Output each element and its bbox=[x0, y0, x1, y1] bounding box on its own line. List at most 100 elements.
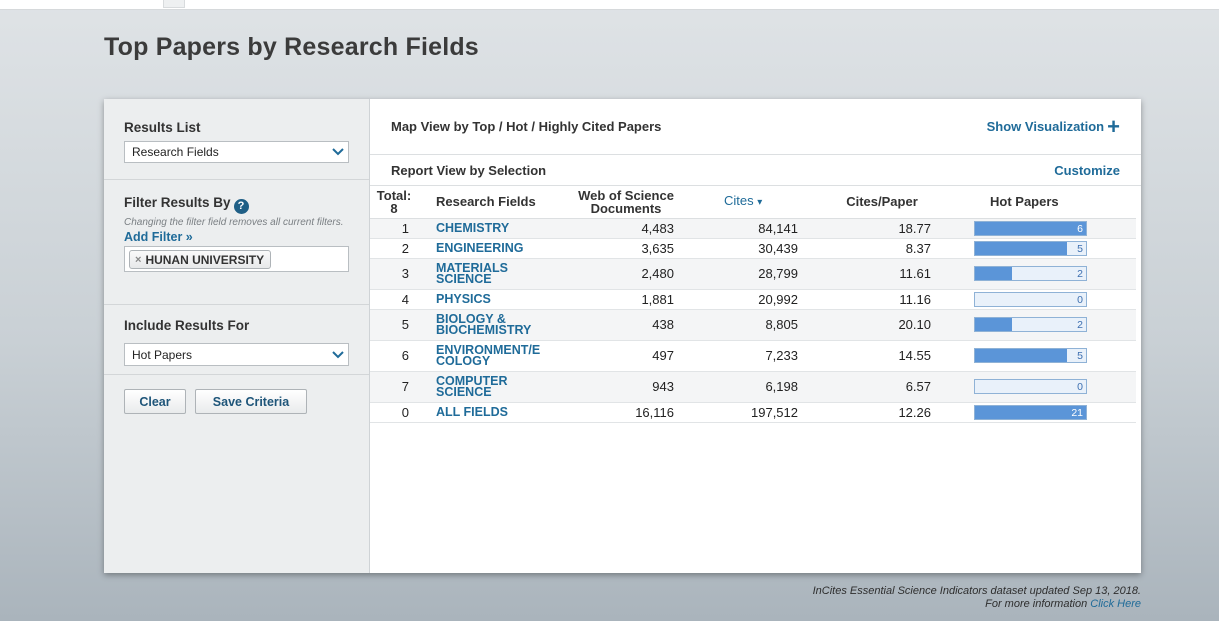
row-cites: 7,233 bbox=[689, 340, 809, 372]
filter-heading: Filter Results By? bbox=[124, 195, 349, 214]
row-field-link[interactable]: CHEMISTRY bbox=[418, 218, 563, 239]
show-visualization-button[interactable]: Show Visualization + bbox=[987, 115, 1120, 138]
hot-papers-count: 0 bbox=[1077, 381, 1083, 393]
hot-papers-bar-fill bbox=[975, 267, 1012, 280]
row-hot-papers: 5 bbox=[955, 238, 1136, 259]
row-cites-per-paper: 14.55 bbox=[809, 340, 955, 372]
row-field-line1: ENGINEERING bbox=[436, 240, 524, 255]
hot-papers-count: 0 bbox=[1077, 293, 1083, 306]
row-rank: 7 bbox=[370, 371, 418, 403]
hot-papers-count: 5 bbox=[1077, 242, 1083, 255]
customize-link[interactable]: Customize bbox=[1054, 163, 1120, 178]
row-field-link[interactable]: BIOLOGY & BIOCHEMISTRY bbox=[418, 309, 563, 341]
row-hot-papers: 2 bbox=[955, 258, 1136, 290]
row-field-link[interactable]: COMPUTER SCIENCE bbox=[418, 371, 563, 403]
report-view-label: Report View by Selection bbox=[391, 162, 547, 178]
row-hot-papers: 6 bbox=[955, 218, 1136, 239]
map-view-label: Map View by Top / Hot / Highly Cited Pap… bbox=[391, 119, 662, 134]
clear-button[interactable]: Clear bbox=[124, 389, 186, 414]
row-field-link[interactable]: ENVIRONMENT/E COLOGY bbox=[418, 340, 563, 372]
save-criteria-button[interactable]: Save Criteria bbox=[195, 389, 307, 414]
filter-heading-text: Filter Results By bbox=[124, 195, 231, 210]
results-card: Results List Research Fields Filter Resu… bbox=[104, 99, 1141, 573]
row-field-line2: SCIENCE bbox=[436, 384, 492, 399]
row-cites: 8,805 bbox=[689, 309, 809, 341]
top-strip bbox=[0, 0, 1219, 10]
col-documents[interactable]: Web of Science Documents bbox=[563, 186, 689, 219]
hot-papers-count: 6 bbox=[1077, 222, 1083, 235]
hot-papers-bar[interactable]: 5 bbox=[974, 240, 1087, 256]
footer-note: InCites Essential Science Indicators dat… bbox=[813, 585, 1141, 611]
hot-papers-bar[interactable]: 2 bbox=[974, 317, 1087, 332]
row-hot-papers: 2 bbox=[955, 309, 1136, 341]
row-field-link[interactable]: MATERIALS SCIENCE bbox=[418, 258, 563, 290]
row-field-link[interactable]: PHYSICS bbox=[418, 289, 563, 310]
row-field-link[interactable]: ENGINEERING bbox=[418, 238, 563, 259]
col-total-label: Total: bbox=[376, 187, 412, 203]
hot-papers-count: 2 bbox=[1077, 319, 1083, 331]
table-header-row: Total: 8 Research Fields Web of Science … bbox=[370, 186, 1136, 219]
table-row: 0 ALL FIELDS 16,116 197,512 12.26 21 bbox=[370, 402, 1136, 423]
col-hot-papers[interactable]: Hot Papers bbox=[955, 186, 1136, 219]
row-hot-papers: 21 bbox=[955, 402, 1136, 423]
click-here-link[interactable]: Click Here bbox=[1090, 598, 1141, 610]
table-row: 7 COMPUTER SCIENCE 943 6,198 6.57 0 bbox=[370, 371, 1136, 403]
row-field-line2: BIOCHEMISTRY bbox=[436, 322, 532, 337]
row-cites-per-paper: 11.61 bbox=[809, 258, 955, 290]
hot-papers-bar[interactable]: 6 bbox=[974, 220, 1087, 236]
row-rank: 2 bbox=[370, 238, 418, 259]
row-documents: 2,480 bbox=[563, 258, 689, 290]
row-rank: 3 bbox=[370, 258, 418, 290]
row-cites: 84,141 bbox=[689, 218, 809, 239]
hot-papers-bar-fill bbox=[975, 405, 1086, 419]
results-list-select[interactable]: Research Fields bbox=[124, 141, 349, 163]
help-icon[interactable]: ? bbox=[233, 198, 249, 214]
remove-filter-icon[interactable]: × bbox=[135, 254, 141, 266]
row-field-line2: COLOGY bbox=[436, 353, 491, 368]
include-label: Include Results For bbox=[124, 318, 250, 333]
include-select[interactable]: Hot Papers bbox=[124, 343, 349, 366]
top-strip-mark bbox=[163, 0, 185, 8]
include-section: Include Results For Hot Papers bbox=[104, 305, 369, 375]
hot-papers-bar[interactable]: 2 bbox=[974, 266, 1087, 281]
row-field-line2: SCIENCE bbox=[436, 271, 492, 286]
hot-papers-bar[interactable]: 0 bbox=[974, 379, 1087, 394]
row-cites: 20,992 bbox=[689, 289, 809, 310]
col-documents-line1: Web of Science bbox=[578, 187, 674, 203]
page-title: Top Papers by Research Fields bbox=[104, 33, 479, 61]
table-row: 4 PHYSICS 1,881 20,992 11.16 0 bbox=[370, 289, 1136, 310]
main-panel: Map View by Top / Hot / Highly Cited Pap… bbox=[370, 99, 1141, 573]
row-cites-per-paper: 6.57 bbox=[809, 371, 955, 403]
hot-papers-bar[interactable]: 0 bbox=[974, 291, 1087, 307]
hot-papers-bar[interactable]: 21 bbox=[974, 404, 1087, 420]
row-documents: 943 bbox=[563, 371, 689, 403]
row-cites: 197,512 bbox=[689, 402, 809, 423]
row-field-link[interactable]: ALL FIELDS bbox=[418, 402, 563, 423]
row-documents: 16,116 bbox=[563, 402, 689, 423]
col-cites-per-paper[interactable]: Cites/Paper bbox=[809, 186, 955, 219]
filter-chip-label: HUNAN UNIVERSITY bbox=[145, 252, 265, 267]
row-cites: 30,439 bbox=[689, 238, 809, 259]
row-field-line1: PHYSICS bbox=[436, 291, 491, 306]
filter-box: × HUNAN UNIVERSITY bbox=[124, 245, 349, 272]
results-table: Total: 8 Research Fields Web of Science … bbox=[370, 186, 1136, 423]
row-rank: 0 bbox=[370, 402, 418, 423]
table-row: 1 CHEMISTRY 4,483 84,141 18.77 6 bbox=[370, 218, 1136, 239]
col-cites[interactable]: Cites ▾ bbox=[689, 186, 809, 219]
filter-chip: × HUNAN UNIVERSITY bbox=[129, 250, 272, 269]
footer-line2: For more information Click Here bbox=[813, 598, 1141, 611]
row-cites: 28,799 bbox=[689, 258, 809, 290]
hot-papers-bar[interactable]: 5 bbox=[974, 348, 1087, 363]
table-row: 6 ENVIRONMENT/E COLOGY 497 7,233 14.55 5 bbox=[370, 340, 1136, 372]
row-hot-papers: 0 bbox=[955, 371, 1136, 403]
include-value: Hot Papers bbox=[132, 347, 193, 362]
results-list-label: Results List bbox=[124, 120, 201, 135]
row-cites-per-paper: 20.10 bbox=[809, 309, 955, 341]
col-research-fields[interactable]: Research Fields bbox=[418, 186, 563, 219]
footer-line1: InCites Essential Science Indicators dat… bbox=[812, 585, 1141, 597]
col-total: Total: 8 bbox=[370, 186, 418, 219]
row-documents: 4,483 bbox=[563, 218, 689, 239]
table-row: 2 ENGINEERING 3,635 30,439 8.37 5 bbox=[370, 238, 1136, 259]
row-cites-per-paper: 8.37 bbox=[809, 238, 955, 259]
add-filter-link[interactable]: Add Filter » bbox=[124, 230, 349, 244]
